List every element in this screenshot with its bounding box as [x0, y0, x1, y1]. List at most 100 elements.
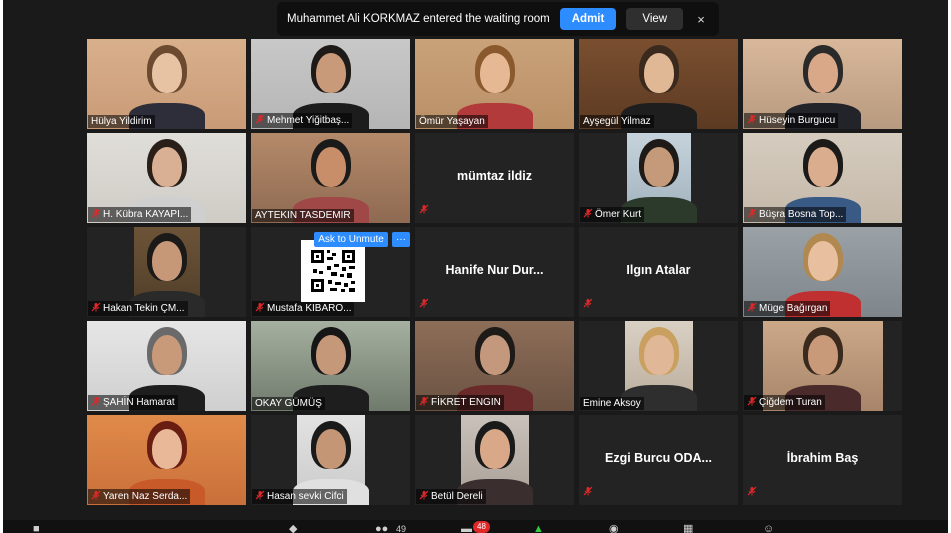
- participant-name: OKAY GÜMÜŞ: [255, 398, 322, 409]
- muted-mic-icon: [91, 396, 101, 409]
- participant-tile[interactable]: Mehmet Yiğitbaş...: [251, 39, 410, 129]
- participant-nameplate: Betül Dereli: [416, 489, 486, 504]
- participant-tile[interactable]: OKAY GÜMÜŞ: [251, 321, 410, 411]
- participant-tile[interactable]: Hüseyin Burgucu: [743, 39, 902, 129]
- participant-tile[interactable]: FİKRET ENGIN: [415, 321, 574, 411]
- participant-tile[interactable]: Büşra Bosna Top...: [743, 133, 902, 223]
- participant-tile[interactable]: AYTEKIN TASDEMIR: [251, 133, 410, 223]
- participant-nameplate: AYTEKIN TASDEMIR: [252, 209, 354, 222]
- participant-name: Ayşegül Yilmaz: [583, 116, 651, 127]
- participant-name: Emine Aksoy: [583, 398, 641, 409]
- participant-name: İbrahim Baş: [786, 451, 859, 465]
- security-icon[interactable]: ◆: [289, 524, 297, 533]
- participant-name: FİKRET ENGIN: [431, 397, 501, 408]
- muted-mic-icon: [419, 201, 429, 219]
- waiting-room-message: Muhammet Ali KORKMAZ entered the waiting…: [287, 13, 550, 25]
- participant-nameplate: Ayşegül Yilmaz: [580, 115, 654, 128]
- more-options-button[interactable]: ···: [392, 232, 410, 247]
- muted-mic-icon: [747, 483, 757, 501]
- participants-icon[interactable]: ●●: [375, 524, 388, 533]
- participant-tile[interactable]: Yaren Naz Serda...: [87, 415, 246, 505]
- participant-tile[interactable]: Müge Bağırgan: [743, 227, 902, 317]
- participant-name: Çiğdem Turan: [759, 397, 822, 408]
- participant-name: ŞAHİN Hamarat: [103, 397, 175, 408]
- participant-name: Mustafa KIBARO...: [267, 303, 352, 314]
- participant-nameplate: H. Kübra KAYAPI...: [88, 207, 192, 222]
- participant-name: Ezgi Burcu ODA...: [605, 451, 712, 465]
- participant-tile[interactable]: H. Kübra KAYAPI...: [87, 133, 246, 223]
- view-button[interactable]: View: [626, 8, 684, 30]
- participant-name: AYTEKIN TASDEMIR: [255, 210, 351, 221]
- participant-tile[interactable]: Çiğdem Turan: [743, 321, 902, 411]
- participant-name: Yaren Naz Serda...: [103, 491, 188, 502]
- reactions-icon[interactable]: ☺: [763, 524, 774, 533]
- muted-mic-icon: [583, 483, 593, 501]
- participant-nameplate: Hasan sevki Cifci: [252, 489, 347, 504]
- participant-tile[interactable]: mümtaz ildiz: [415, 133, 574, 223]
- muted-mic-icon: [91, 302, 101, 315]
- participant-nameplate: Ömür Yaşayan: [416, 115, 488, 128]
- qr-code-icon: [301, 240, 365, 302]
- record-icon[interactable]: ◉: [609, 524, 619, 533]
- participant-name: H. Kübra KAYAPI...: [103, 209, 189, 220]
- muted-mic-icon: [255, 302, 265, 315]
- muted-mic-icon: [747, 114, 757, 127]
- participant-nameplate: ŞAHİN Hamarat: [88, 395, 178, 410]
- breakout-rooms-icon[interactable]: ▦: [683, 524, 693, 533]
- participant-name: Ömer Kurt: [595, 209, 642, 220]
- participant-tile[interactable]: Ömer Kurt: [579, 133, 738, 223]
- participant-tile[interactable]: Ayşegül Yilmaz: [579, 39, 738, 129]
- ask-to-unmute-button[interactable]: Ask to Unmute: [314, 232, 388, 247]
- muted-mic-icon: [419, 396, 429, 409]
- participant-tile[interactable]: Hakan Tekin ÇM...: [87, 227, 246, 317]
- participant-nameplate: FİKRET ENGIN: [416, 395, 504, 410]
- participant-nameplate: Hülya Yildirim: [88, 115, 155, 128]
- chat-badge: 48: [473, 521, 490, 533]
- participant-nameplate: Ömer Kurt: [580, 207, 645, 222]
- participant-name: Mehmet Yiğitbaş...: [267, 115, 350, 126]
- muted-mic-icon: [419, 490, 429, 503]
- participant-name: Hakan Tekin ÇM...: [103, 303, 185, 314]
- video-camera-icon[interactable]: ■: [33, 524, 40, 533]
- participant-nameplate: Hakan Tekin ÇM...: [88, 301, 188, 316]
- participant-name: mümtaz ildiz: [456, 169, 532, 183]
- gallery-grid: Hülya Yildirim Mehmet Yiğitbaş... Ömür Yaş…: [87, 39, 902, 505]
- participant-nameplate: Yaren Naz Serda...: [88, 489, 191, 504]
- muted-mic-icon: [255, 490, 265, 503]
- participants-count: 49: [396, 524, 407, 533]
- participant-name: Ömür Yaşayan: [419, 116, 485, 127]
- muted-mic-icon: [583, 295, 593, 313]
- participant-nameplate: Mehmet Yiğitbaş...: [252, 113, 353, 128]
- share-screen-icon[interactable]: ▲: [533, 524, 544, 533]
- participant-nameplate: OKAY GÜMÜŞ: [252, 397, 325, 410]
- participant-tile[interactable]: İbrahim Baş: [743, 415, 902, 505]
- participant-nameplate: Çiğdem Turan: [744, 395, 825, 410]
- participant-tile[interactable]: Hanife Nur Dur...: [415, 227, 574, 317]
- participant-name: Betül Dereli: [431, 491, 483, 502]
- participant-name: Müge Bağırgan: [759, 303, 828, 314]
- participant-name: Hülya Yildirim: [91, 116, 152, 127]
- muted-mic-icon: [747, 208, 757, 221]
- participant-nameplate: Müge Bağırgan: [744, 301, 831, 316]
- participant-tile[interactable]: Emine Aksoy: [579, 321, 738, 411]
- participant-tile[interactable]: Betül Dereli: [415, 415, 574, 505]
- participant-tile[interactable]: Ezgi Burcu ODA...: [579, 415, 738, 505]
- chat-icon[interactable]: ▬: [461, 524, 472, 533]
- participant-tile[interactable]: Hasan sevki Cifci: [251, 415, 410, 505]
- muted-mic-icon: [419, 295, 429, 313]
- muted-mic-icon: [91, 208, 101, 221]
- participant-tile[interactable]: Ilgın Atalar: [579, 227, 738, 317]
- participant-tile[interactable]: Ömür Yaşayan: [415, 39, 574, 129]
- participant-nameplate: Büşra Bosna Top...: [744, 207, 847, 222]
- participant-tile[interactable]: ŞAHİN Hamarat: [87, 321, 246, 411]
- muted-mic-icon: [91, 490, 101, 503]
- participant-name: Hanife Nur Dur...: [445, 263, 544, 277]
- participant-name: Hasan sevki Cifci: [267, 491, 344, 502]
- muted-mic-icon: [747, 302, 757, 315]
- admit-button[interactable]: Admit: [559, 8, 617, 30]
- participant-name: Hüseyin Burgucu: [759, 115, 836, 126]
- zoom-meeting-window: Muhammet Ali KORKMAZ entered the waiting…: [3, 0, 948, 533]
- participant-nameplate: Emine Aksoy: [580, 397, 644, 410]
- participant-tile[interactable]: Hülya Yildirim: [87, 39, 246, 129]
- close-icon[interactable]: ×: [693, 12, 709, 27]
